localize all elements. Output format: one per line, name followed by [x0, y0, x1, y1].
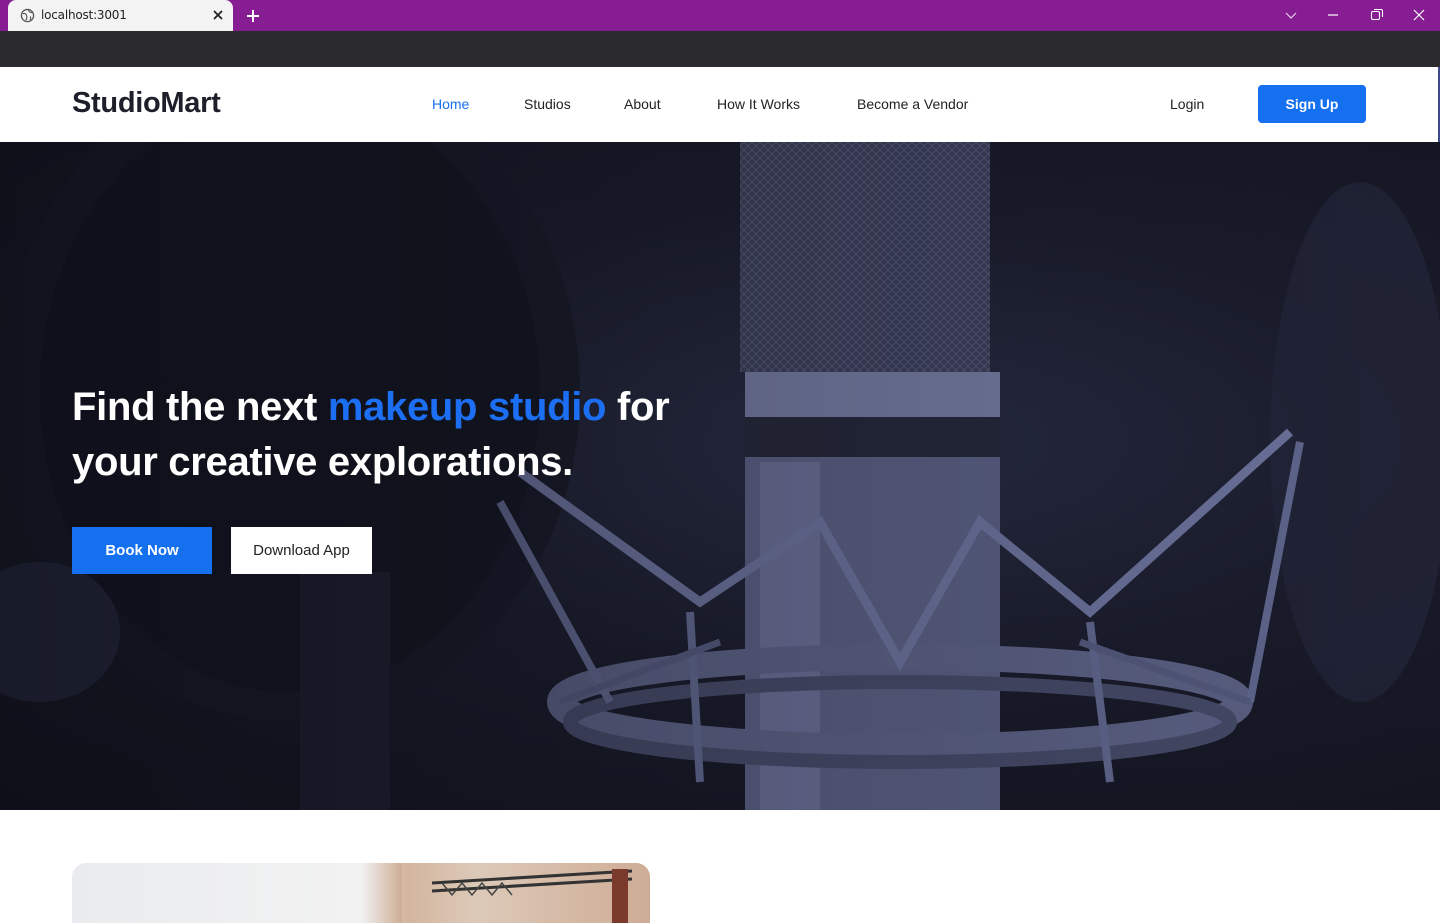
nav-link-studios[interactable]: Studios — [524, 96, 571, 112]
plus-icon[interactable] — [244, 7, 262, 25]
hero-section: Find the next makeup studio for your cre… — [0, 142, 1440, 810]
browser-tabbar: localhost:3001 — [0, 0, 1440, 31]
close-icon[interactable] — [211, 8, 225, 22]
tab-title: localhost:3001 — [41, 8, 127, 22]
signup-button[interactable]: Sign Up — [1258, 85, 1366, 123]
headline-text-start: Find the next — [72, 385, 328, 429]
download-app-button[interactable]: Download App — [231, 527, 372, 574]
site-header: StudioMart Home Studios About How It Wor… — [0, 67, 1440, 142]
studio-photo — [402, 863, 650, 923]
minimize-icon[interactable] — [1323, 6, 1343, 24]
nav-link-become-vendor[interactable]: Become a Vendor — [857, 96, 968, 112]
globe-icon — [20, 8, 35, 23]
book-now-button[interactable]: Book Now — [72, 527, 212, 574]
close-window-icon[interactable] — [1409, 6, 1429, 24]
nav-link-about[interactable]: About — [624, 96, 661, 112]
nav-link-home[interactable]: Home — [432, 96, 469, 112]
featured-studio-image[interactable] — [72, 863, 650, 923]
restore-icon[interactable] — [1366, 6, 1386, 24]
site-logo[interactable]: StudioMart — [72, 87, 221, 120]
chevron-down-icon[interactable] — [1281, 6, 1301, 24]
hero-headline: Find the next makeup studio for your cre… — [72, 380, 752, 490]
nav-link-how-it-works[interactable]: How It Works — [717, 96, 800, 112]
featured-section — [0, 810, 1440, 923]
login-link[interactable]: Login — [1170, 96, 1204, 112]
browser-tab[interactable]: localhost:3001 — [8, 0, 233, 31]
browser-toolbar — [0, 31, 1440, 67]
headline-accent: makeup studio — [327, 385, 607, 429]
